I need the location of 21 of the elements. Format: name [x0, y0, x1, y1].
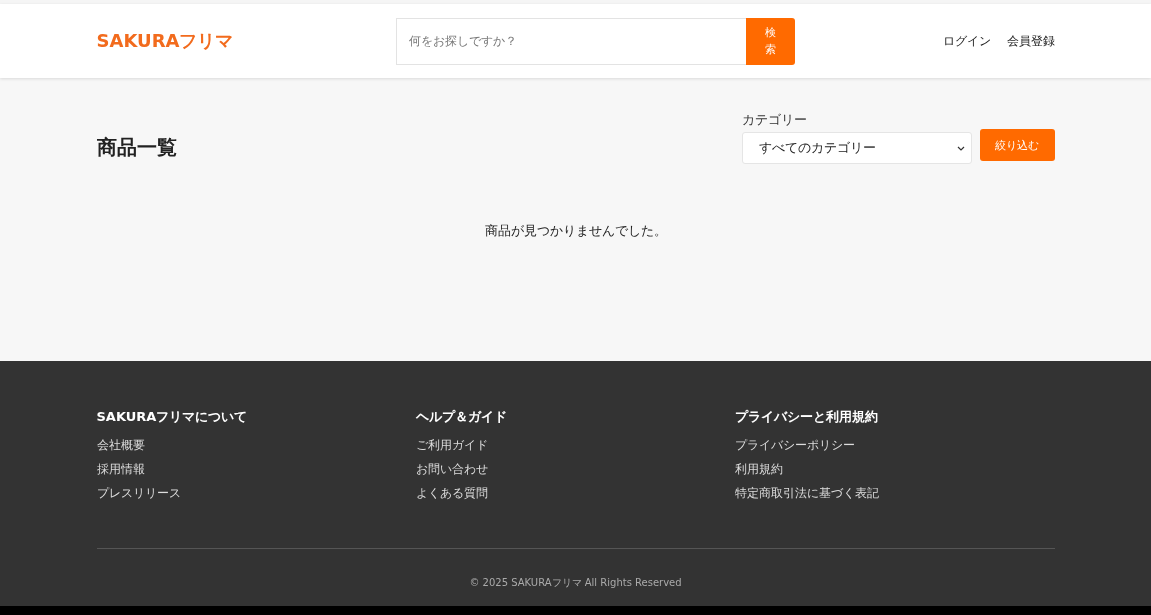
copyright-text: © 2025 SAKURAフリマ All Rights Reserved [468, 576, 683, 590]
footer-link[interactable]: プレスリリース [96, 486, 181, 501]
footer-link[interactable]: ご利用ガイド [415, 438, 488, 453]
page-title: 商品一覧 [96, 134, 177, 161]
chevron-down-icon [956, 145, 965, 151]
category-select[interactable]: すべてのカテゴリー [741, 132, 972, 164]
footer-heading: SAKURAフリマについて [96, 408, 248, 426]
footer-link[interactable]: 利用規約 [735, 462, 784, 477]
footer-link[interactable]: 採用情報 [96, 462, 145, 477]
nav-link[interactable]: ログイン [942, 32, 991, 50]
search-field[interactable]: 何をお探しですか？ [395, 17, 746, 65]
footer-heading: プライバシーと利用規約 [735, 408, 879, 426]
footer-link[interactable]: 会社概要 [96, 438, 145, 453]
footer-heading: ヘルプ＆ガイド [415, 408, 507, 426]
footer-link[interactable]: プライバシーポリシー [735, 438, 856, 453]
footer-link[interactable]: 特定商取引法に基づく表記 [735, 486, 880, 501]
nav-link[interactable]: 会員登録 [1006, 32, 1055, 50]
footer-link[interactable]: お問い合わせ [415, 462, 488, 477]
category-label: カテゴリー [741, 111, 808, 129]
footer-link[interactable]: よくある質問 [415, 486, 488, 501]
empty-message: 商品が見つかりませんでした。 [483, 222, 668, 240]
